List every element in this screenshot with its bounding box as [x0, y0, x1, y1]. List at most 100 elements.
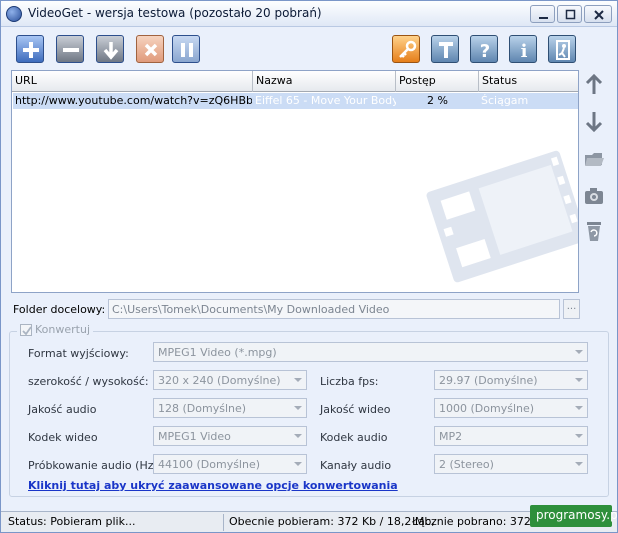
video-codec-select[interactable]: MPEG1 Video [153, 426, 307, 446]
move-down-button[interactable] [583, 109, 605, 133]
remove-button[interactable] [56, 35, 84, 63]
move-up-button[interactable] [583, 73, 605, 97]
info-icon: i [521, 41, 528, 62]
video-quality-label: Jakość wideo [320, 403, 391, 416]
close-icon [594, 10, 604, 20]
pause-icon [181, 43, 193, 57]
clear-list-button[interactable] [583, 219, 605, 243]
audio-quality-label: Jakość audio [28, 403, 97, 416]
snapshot-icon [585, 188, 603, 204]
download-button[interactable] [96, 35, 124, 63]
table-row[interactable]: http://www.youtube.com/watch?v=zQ6HBbyJR… [13, 93, 578, 109]
move-down-icon [585, 112, 603, 133]
size-value: 320 x 240 (Domyślne) [158, 374, 281, 387]
downloads-table[interactable]: URL Nazwa Postęp Status http://www.youtu… [11, 70, 579, 293]
svg-text:i: i [521, 41, 528, 62]
cancel-button[interactable] [136, 35, 164, 63]
cancel-icon [144, 43, 158, 57]
column-header-status[interactable]: Status [479, 71, 578, 92]
cell-progress: 2 % [427, 94, 448, 107]
clear-list-icon [587, 222, 601, 241]
help-button[interactable]: ? [470, 35, 498, 63]
close-button[interactable] [584, 5, 612, 23]
output-format-label: Format wyjściowy: [28, 347, 129, 360]
status-text: Status: Pobieram plik... [8, 515, 136, 528]
title-bar: VideoGet - wersja testowa (pozostało 20 … [1, 1, 617, 27]
dropdown-arrow-icon [575, 350, 583, 354]
check-icon [22, 325, 32, 335]
about-button[interactable]: i [509, 35, 537, 63]
column-header-name[interactable]: Nazwa [253, 71, 396, 92]
convert-legend-text: Konwertuj [35, 323, 90, 336]
column-header-url[interactable]: URL [12, 71, 253, 92]
folder-path-input[interactable]: C:\Users\Tomek\Documents\My Downloaded V… [108, 299, 560, 319]
audio-sampling-select[interactable]: 44100 (Domyślne) [153, 454, 307, 474]
audio-codec-select[interactable]: MP2 [434, 426, 588, 446]
browse-folder-button[interactable]: ... [563, 299, 580, 319]
audio-channels-label: Kanały audio [320, 459, 392, 472]
dropdown-arrow-icon [294, 406, 302, 410]
current-download-text: Obecnie pobieram: 372 Kb / 18,2 Mb, [229, 515, 435, 528]
total-downloaded-text: Łącznie pobrano: 372 Kb [412, 515, 549, 528]
video-codec-label: Kodek wideo [28, 431, 98, 444]
audio-sampling-label: Próbkowanie audio (Hz): [28, 459, 162, 472]
dropdown-arrow-icon [575, 434, 583, 438]
svg-text:?: ? [480, 41, 490, 62]
move-up-icon [585, 73, 603, 94]
exit-icon [556, 40, 570, 60]
register-key-button[interactable] [392, 35, 420, 63]
status-separator [223, 514, 224, 531]
convert-checkbox-label[interactable]: Konwertuj [17, 323, 93, 336]
exit-button[interactable] [548, 35, 576, 63]
pause-button[interactable] [172, 35, 200, 63]
fps-select[interactable]: 29.97 (Domyślne) [434, 370, 588, 390]
size-select[interactable]: 320 x 240 (Domyślne) [153, 370, 307, 390]
audio-channels-value: 2 (Stereo) [439, 458, 494, 471]
cell-name: Eiffel 65 - Move Your Body (C [255, 94, 396, 107]
table-header: URL Nazwa Postęp Status [12, 71, 578, 92]
audio-quality-value: 128 (Domyślne) [158, 402, 247, 415]
maximize-button[interactable] [557, 5, 582, 23]
open-folder-icon [585, 153, 604, 166]
audio-quality-select[interactable]: 128 (Domyślne) [153, 398, 307, 418]
folder-label: Folder docelowy: [13, 303, 106, 316]
add-button[interactable] [16, 35, 44, 63]
settings-icon [439, 42, 453, 58]
minimize-icon [539, 17, 548, 19]
status-bar: Status: Pobieram plik... Obecnie pobiera… [1, 511, 617, 532]
key-icon [399, 40, 417, 58]
download-icon [103, 42, 119, 60]
app-icon [6, 6, 22, 22]
app-window: VideoGet - wersja testowa (pozostało 20 … [0, 0, 618, 533]
maximize-icon [565, 9, 576, 20]
column-header-progress[interactable]: Postęp [396, 71, 479, 92]
convert-checkbox[interactable] [20, 323, 32, 336]
audio-codec-label: Kodek audio [320, 431, 388, 444]
video-quality-value: 1000 (Domyślne) [439, 402, 535, 415]
settings-button[interactable] [431, 35, 459, 63]
dropdown-arrow-icon [575, 406, 583, 410]
video-quality-select[interactable]: 1000 (Domyślne) [434, 398, 588, 418]
audio-channels-select[interactable]: 2 (Stereo) [434, 454, 588, 474]
dropdown-arrow-icon [294, 378, 302, 382]
dropdown-arrow-icon [294, 462, 302, 466]
dropdown-arrow-icon [294, 434, 302, 438]
output-format-select[interactable]: MPEG1 Video (*.mpg) [153, 342, 588, 362]
snapshot-button[interactable] [583, 184, 605, 208]
dropdown-arrow-icon [575, 462, 583, 466]
audio-codec-value: MP2 [439, 430, 463, 443]
hide-advanced-options-link[interactable]: Kliknij tutaj aby ukryć zaawansowane opc… [28, 479, 398, 492]
help-icon: ? [480, 41, 490, 62]
add-icon [23, 42, 39, 58]
minimize-button[interactable] [530, 5, 555, 23]
open-folder-button[interactable] [583, 147, 605, 171]
site-watermark: programosy.pl [530, 505, 618, 527]
fps-label: Liczba fps: [320, 375, 379, 388]
fps-value: 29.97 (Domyślne) [439, 374, 538, 387]
cell-url: http://www.youtube.com/watch?v=zQ6HBbyJR… [15, 94, 252, 107]
remove-icon [63, 48, 79, 52]
cell-status: Ściągam [481, 94, 529, 107]
audio-sampling-value: 44100 (Domyślne) [158, 458, 261, 471]
size-label: szerokość / wysokość: [28, 375, 149, 388]
output-format-value: MPEG1 Video (*.mpg) [158, 346, 277, 359]
